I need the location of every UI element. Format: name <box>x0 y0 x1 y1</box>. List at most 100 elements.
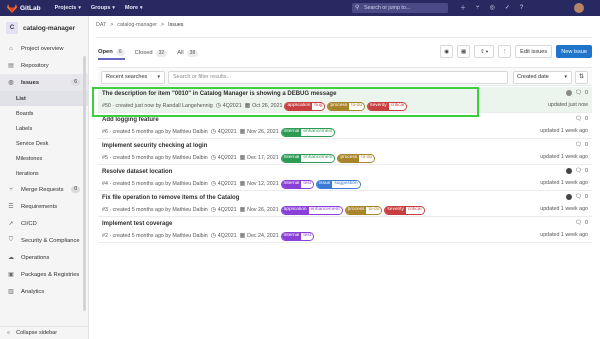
chevron-down-icon: ▾ <box>140 5 143 11</box>
scoped-label[interactable]: application bug <box>284 102 326 111</box>
sidebar-item-requirements[interactable]: ☰ Requirements <box>0 198 88 215</box>
breadcrumb-item[interactable]: catalog-manager <box>117 22 157 28</box>
recent-searches-dropdown[interactable]: Recent searches ▾ <box>101 71 165 84</box>
issue-stats: 🗨 0 <box>565 168 588 174</box>
scoped-label[interactable]: process to-do <box>327 102 366 111</box>
scoped-label[interactable]: application enhancement <box>280 206 343 215</box>
sidebar-item-project-overview[interactable]: ⌂ Project overview <box>0 40 88 57</box>
user-avatar[interactable] <box>574 3 584 13</box>
scoped-label[interactable]: internal enhancement <box>280 128 336 137</box>
sidebar-subitem-service-desk[interactable]: Service Desk <box>0 136 88 151</box>
issue-meta: #2 · created 5 months ago by Mathieu Dal… <box>102 232 315 241</box>
sidebar-scrollbar[interactable] <box>83 56 86 311</box>
rocket-icon: ➚ <box>8 221 14 227</box>
document-icon: ▤ <box>8 63 14 69</box>
calendar-icon: ▦ <box>239 207 246 214</box>
scoped-label[interactable]: issue suggestion <box>316 180 361 189</box>
sort-dropdown[interactable]: Created date ▾ <box>513 71 572 84</box>
calendar-icon: ▦ <box>239 233 246 240</box>
issue-title[interactable]: Fix file operation to remove items of th… <box>102 195 239 201</box>
issue-row[interactable]: Implement security checking at login #5 ·… <box>98 139 592 165</box>
help-icon[interactable]: ? <box>520 5 523 11</box>
issue-row[interactable]: Resolve dataset location #4 · created 5 m… <box>98 165 592 191</box>
project-header[interactable]: C catalog-manager <box>0 16 88 40</box>
merge-request-icon[interactable]: ⑂ <box>476 5 480 11</box>
cloud-icon: ☁ <box>8 255 14 261</box>
assignee-avatar[interactable] <box>565 168 572 174</box>
issue-stats: 🗨 0 <box>575 142 588 148</box>
issue-title[interactable]: The description for item "0010" in Catal… <box>102 91 336 97</box>
sidebar-subitem-labels[interactable]: Labels <box>0 121 88 136</box>
gitlab-logo[interactable]: GitLab <box>7 3 41 13</box>
tab-all[interactable]: All 38 <box>177 46 199 60</box>
sidebar-item-issues[interactable]: ◎ Issues 6 <box>0 74 88 91</box>
new-issue-button[interactable]: New issue <box>556 45 592 58</box>
tab-closed[interactable]: Closed 32 <box>135 46 168 60</box>
assignee-avatar[interactable] <box>565 194 572 200</box>
milestone[interactable]: ◷ 4Q2021 <box>211 155 237 161</box>
nav-more[interactable]: More ▾ <box>125 5 143 11</box>
sidebar-item-packages[interactable]: ▣ Packages & Registries <box>0 266 88 283</box>
breadcrumb-separator: > <box>161 22 165 28</box>
scoped-label[interactable]: internal test <box>280 232 315 241</box>
scoped-label[interactable]: internal enhancement <box>280 154 336 163</box>
issue-title[interactable]: Resolve dataset location <box>102 169 172 175</box>
search-icon: ⚲ <box>355 5 360 11</box>
sidebar-item-cicd[interactable]: ➚ CI/CD <box>0 215 88 232</box>
breadcrumb-item[interactable]: DAT <box>96 22 106 28</box>
issue-toolbar: ◉ ▦ ⇪ ▾ ⋮ Edit issues New issue <box>440 45 592 58</box>
global-search-input[interactable]: ⚲ Search or jump to... <box>352 3 448 13</box>
issue-title[interactable]: Implement security checking at login <box>102 143 207 149</box>
milestone[interactable]: ◷ 4Q2021 <box>211 181 237 187</box>
sort-direction-button[interactable]: ⇅ <box>575 71 588 84</box>
scoped-label[interactable]: process to-do <box>344 206 383 215</box>
sidebar-item-security[interactable]: ⛉ Security & Compliance <box>0 232 88 249</box>
issue-row[interactable]: Fix file operation to remove items of th… <box>98 191 592 217</box>
milestone[interactable]: ◷ 4Q2021 <box>216 103 242 109</box>
sidebar-item-repository[interactable]: ▤ Repository <box>0 57 88 74</box>
sidebar-subitem-iterations[interactable]: Iterations <box>0 166 88 181</box>
scoped-label[interactable]: severity critical <box>384 206 425 215</box>
issue-row[interactable]: Add logging feature #6 · created 5 months… <box>98 113 592 139</box>
calendar-icon: ▦ <box>239 129 246 136</box>
sidebar-item-analytics[interactable]: ▥ Analytics <box>0 283 88 300</box>
milestone[interactable]: ◷ 4Q2021 <box>211 129 237 135</box>
filter-search-input[interactable]: Search or filter results... <box>168 71 508 84</box>
milestone[interactable]: ◷ 4Q2021 <box>211 233 237 239</box>
milestone[interactable]: ◷ 4Q2021 <box>211 207 237 213</box>
collapse-sidebar-button[interactable]: «Collapse sidebar <box>0 326 89 339</box>
tab-open[interactable]: Open 6 <box>98 46 125 60</box>
updated-time: updated 1 week ago <box>540 180 588 186</box>
updated-time: updated 1 week ago <box>540 232 588 238</box>
sidebar-subitem-list[interactable]: List <box>0 91 88 106</box>
comment-count: 0 <box>584 168 588 174</box>
sidebar-item-merge-requests[interactable]: ⑂ Merge Requests 0 <box>0 181 88 198</box>
scoped-label[interactable]: severity critical <box>367 102 408 111</box>
issues-icon[interactable]: ◎ <box>490 4 495 11</box>
issue-reference: #50 · created just now by Randall Langeh… <box>102 103 213 110</box>
issue-title[interactable]: Implement test coverage <box>102 221 172 227</box>
sidebar-subitem-boards[interactable]: Boards <box>0 106 88 121</box>
breadcrumb-item[interactable]: Issues <box>168 22 183 28</box>
assignee-avatar[interactable] <box>565 90 572 96</box>
todo-icon[interactable]: ✓ <box>505 4 510 11</box>
scoped-label[interactable]: process to-do <box>337 154 376 163</box>
more-actions-button[interactable]: ⋮ <box>498 45 512 58</box>
sidebar-item-operations[interactable]: ☁ Operations <box>0 249 88 266</box>
issue-row[interactable]: Implement test coverage #2 · created 5 mo… <box>98 217 592 243</box>
export-dropdown[interactable]: ⇪ ▾ <box>474 45 495 58</box>
nav-projects[interactable]: Projects ▾ <box>55 5 81 11</box>
rss-button[interactable]: ◉ <box>440 45 454 58</box>
main-content: DAT > catalog-manager > Issues Open 6 Clo… <box>90 16 600 339</box>
sidebar-subitem-milestones[interactable]: Milestones <box>0 151 88 166</box>
calendar-button[interactable]: ▦ <box>457 45 471 58</box>
edit-issues-button[interactable]: Edit issues <box>515 45 553 58</box>
issue-reference: #2 · created 5 months ago by Mathieu Dal… <box>102 233 208 240</box>
plus-icon[interactable]: ＋ <box>460 3 466 12</box>
issue-row[interactable]: The description for item "0010" in Catal… <box>98 87 592 113</box>
issue-title[interactable]: Add logging feature <box>102 117 159 123</box>
requirements-icon: ☰ <box>8 204 14 210</box>
gitlab-fox-icon <box>7 3 17 13</box>
scoped-label[interactable]: internal test <box>280 180 315 189</box>
nav-groups[interactable]: Groups ▾ <box>91 5 115 11</box>
